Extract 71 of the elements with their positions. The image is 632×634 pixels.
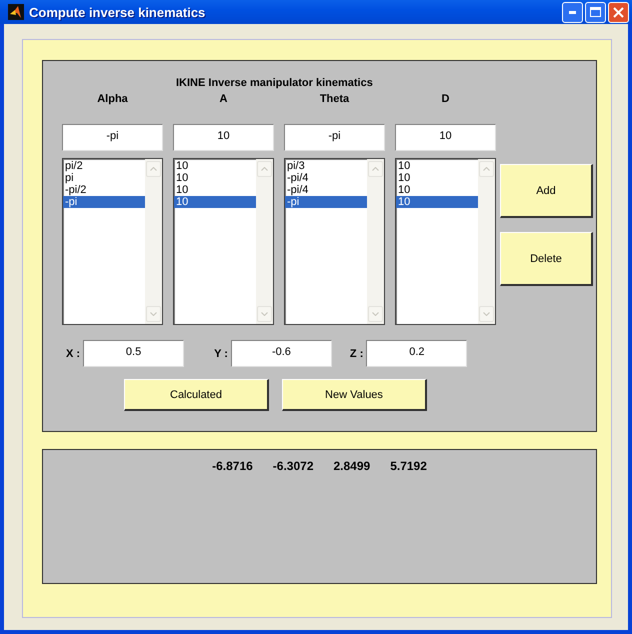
- scroll-down-button[interactable]: [146, 306, 161, 322]
- maximize-button[interactable]: [585, 2, 606, 22]
- result-value: 5.7192: [390, 459, 427, 475]
- list-item[interactable]: 10: [174, 184, 256, 196]
- scrollbar[interactable]: [256, 159, 273, 324]
- scrollbar[interactable]: [145, 159, 162, 324]
- scroll-down-button[interactable]: [479, 306, 494, 322]
- coordinate-label: X :: [66, 348, 80, 360]
- chevron-down-icon: [261, 312, 268, 316]
- chevron-down-icon: [372, 312, 379, 316]
- chevron-up-icon: [150, 167, 157, 171]
- scroll-up-button[interactable]: [257, 161, 272, 177]
- input-field[interactable]: -0.6: [230, 340, 332, 367]
- chevron-up-icon: [261, 167, 268, 171]
- column-label: Alpha: [97, 93, 128, 107]
- list-box[interactable]: 10 10 10 10: [173, 158, 274, 325]
- list-item[interactable]: 10: [396, 196, 478, 208]
- result-value: 2.8499: [334, 459, 370, 475]
- column-label: D: [442, 93, 450, 107]
- scroll-down-button[interactable]: [368, 306, 383, 322]
- side-button[interactable]: Delete: [500, 232, 593, 286]
- list-item[interactable]: 10: [396, 172, 478, 184]
- close-button[interactable]: [608, 2, 629, 22]
- scrollbar[interactable]: [367, 159, 384, 324]
- action-button[interactable]: New Values: [282, 379, 427, 411]
- list-item[interactable]: 10: [396, 184, 478, 196]
- input-field[interactable]: 0.2: [366, 340, 468, 367]
- window-title: Compute inverse kinematics: [29, 4, 206, 20]
- chevron-down-icon: [150, 312, 157, 316]
- scroll-down-button[interactable]: [257, 306, 272, 322]
- list-item[interactable]: -pi: [63, 196, 145, 208]
- list-box[interactable]: 10 10 10 10: [395, 158, 496, 325]
- coordinate-label: Z :: [350, 348, 364, 360]
- input-field[interactable]: 10: [395, 124, 496, 151]
- list-item[interactable]: -pi/4: [285, 184, 367, 196]
- result-value: -6.8716: [212, 459, 253, 475]
- chevron-up-icon: [372, 167, 379, 171]
- scrollbar[interactable]: [478, 159, 495, 324]
- list-item[interactable]: 10: [174, 160, 256, 172]
- input-field[interactable]: 10: [173, 124, 274, 151]
- input-field[interactable]: 0.5: [83, 340, 184, 367]
- side-button[interactable]: Add: [500, 164, 593, 218]
- coordinate-label: Y :: [214, 348, 228, 360]
- list-item[interactable]: -pi/4: [285, 172, 367, 184]
- list-item[interactable]: 10: [174, 172, 256, 184]
- minimize-button[interactable]: [562, 2, 583, 22]
- column-label: A: [220, 93, 228, 107]
- action-button[interactable]: Calculated: [124, 379, 269, 411]
- list-item[interactable]: 10: [174, 196, 256, 208]
- panel-heading: IKINE Inverse manipulator kinematics: [176, 77, 374, 91]
- list-box[interactable]: pi/3 -pi/4 -pi/4 -pi: [284, 158, 385, 325]
- list-item[interactable]: -pi: [285, 196, 367, 208]
- list-item[interactable]: pi/3: [285, 160, 367, 172]
- input-field[interactable]: -pi: [62, 124, 163, 151]
- list-item[interactable]: pi: [63, 172, 145, 184]
- list-item[interactable]: 10: [396, 160, 478, 172]
- chevron-up-icon: [483, 167, 490, 171]
- result-value: -6.3072: [272, 459, 314, 475]
- maximize-icon: [590, 7, 601, 17]
- list-box[interactable]: pi/2 pi -pi/2 -pi: [62, 158, 163, 325]
- chevron-down-icon: [483, 312, 490, 316]
- scroll-up-button[interactable]: [368, 161, 383, 177]
- input-field[interactable]: -pi: [284, 124, 385, 151]
- list-item[interactable]: pi/2: [63, 160, 145, 172]
- list-item[interactable]: -pi/2: [63, 184, 145, 196]
- column-label: Theta: [320, 93, 350, 107]
- app-icon: [8, 4, 24, 20]
- minimize-icon: [569, 10, 576, 14]
- scroll-up-button[interactable]: [146, 161, 161, 177]
- close-icon: [613, 6, 624, 18]
- scroll-up-button[interactable]: [479, 161, 494, 177]
